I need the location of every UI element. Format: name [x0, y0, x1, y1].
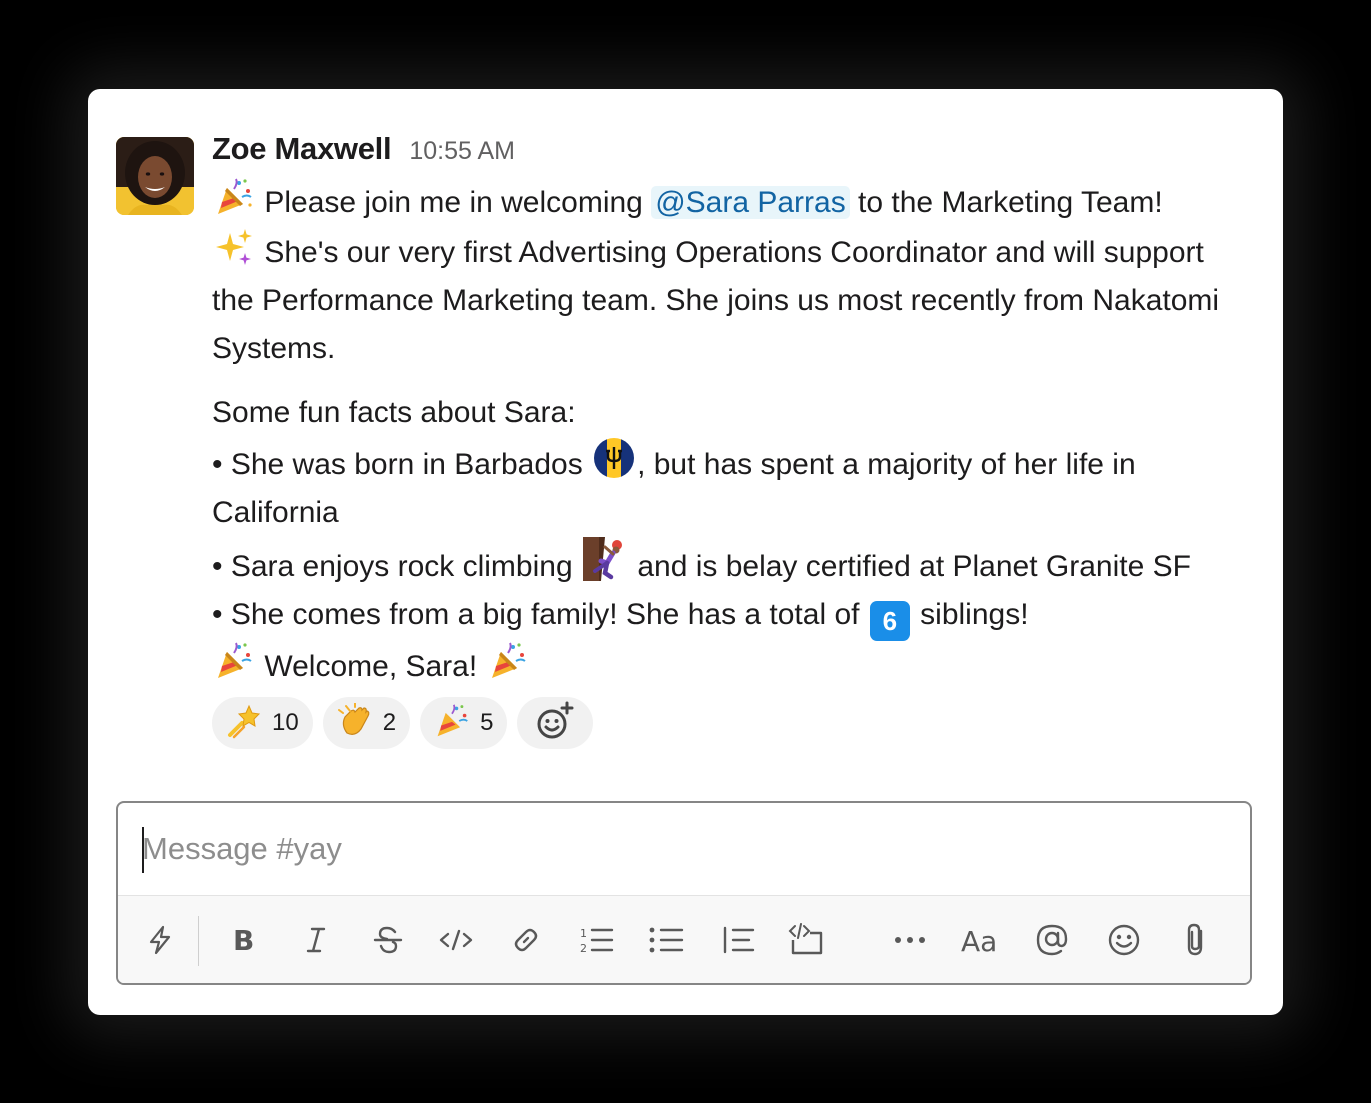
mention-button[interactable]	[1030, 918, 1074, 962]
fact-barbados-start: • She was born in Barbados	[212, 448, 592, 481]
clapping-hands-icon	[337, 701, 373, 744]
message-body: Please join me in welcoming @Sara Parras…	[212, 177, 1222, 691]
more-button[interactable]	[888, 918, 932, 962]
toolbar-divider	[198, 916, 199, 966]
formatting-toolbar: B 12 Aa	[118, 895, 1250, 983]
shortcuts-icon	[145, 925, 175, 955]
fact-climbing-end: and is belay certified at Planet Granite…	[628, 550, 1191, 583]
mention-icon	[1035, 923, 1069, 957]
person-climbing-icon	[582, 537, 627, 581]
reaction-count: 10	[272, 709, 299, 736]
author-name[interactable]: Zoe Maxwell	[212, 131, 392, 167]
bold-icon: B	[230, 925, 258, 955]
message-header: Zoe Maxwell 10:55 AM	[212, 131, 1222, 177]
blockquote-button[interactable]	[716, 918, 760, 962]
ordered-list-icon: 12	[578, 924, 614, 956]
reaction-clapping-hands[interactable]: 2	[322, 697, 411, 749]
message-input[interactable]	[118, 803, 1250, 895]
closing-text: Welcome, Sara!	[256, 650, 486, 683]
formatting-icon: Aa	[960, 924, 1000, 956]
sparkles-icon	[214, 227, 254, 267]
fact-climbing-start: • Sara enjoys rock climbing	[212, 550, 581, 583]
code-block-icon	[788, 923, 824, 957]
blockquote-icon	[721, 924, 755, 956]
party-popper-icon	[214, 177, 254, 217]
party-popper-icon	[214, 641, 254, 681]
shooting-star-icon	[226, 703, 262, 744]
message-line-welcome: Please join me in welcoming @Sara Parras…	[212, 177, 1222, 227]
fact-family-end: siblings!	[911, 598, 1029, 631]
code-button[interactable]	[434, 918, 478, 962]
number-six-icon: 6	[869, 601, 910, 641]
emoji-icon	[1107, 923, 1141, 957]
emoji-button[interactable]	[1102, 918, 1146, 962]
bold-button[interactable]: B	[222, 918, 266, 962]
barbados-flag-icon	[593, 437, 635, 479]
facts-intro: Some fun facts about Sara:	[212, 396, 576, 429]
strikethrough-icon	[372, 925, 404, 955]
fact-climbing: • Sara enjoys rock climbing and is belay…	[212, 537, 1222, 591]
user-mention[interactable]: @Sara Parras	[651, 186, 850, 219]
ordered-list-button[interactable]: 12	[574, 918, 618, 962]
avatar[interactable]	[116, 137, 194, 215]
reaction-shooting-star[interactable]: 10	[212, 697, 313, 749]
bulleted-list-icon	[648, 924, 684, 956]
message-line-role: She's our very first Advertising Operati…	[212, 227, 1222, 373]
add-reaction-button[interactable]	[517, 697, 594, 749]
strikethrough-button[interactable]	[366, 918, 410, 962]
reaction-count: 2	[382, 709, 397, 736]
closing-line: Welcome, Sara!	[212, 641, 1222, 691]
message-composer: B 12	[116, 801, 1252, 985]
timestamp[interactable]: 10:55 AM	[409, 137, 515, 166]
text-cursor	[142, 827, 144, 873]
welcome-text-end: to the Marketing Team!	[849, 186, 1163, 219]
bulleted-list-button[interactable]	[644, 918, 688, 962]
shortcuts-button[interactable]	[138, 918, 182, 962]
fact-family: • She comes from a big family! She has a…	[212, 591, 1222, 641]
attachment-icon	[1183, 922, 1209, 958]
code-block-button[interactable]	[784, 918, 828, 962]
add-reaction-icon	[535, 701, 575, 746]
party-popper-icon	[488, 641, 528, 681]
link-button[interactable]	[504, 918, 548, 962]
fact-barbados: • She was born in Barbados , but has spe…	[212, 437, 1222, 537]
fact-family-start: • She comes from a big family! She has a…	[212, 598, 868, 631]
italic-button[interactable]	[294, 918, 338, 962]
svg-text:B: B	[233, 925, 254, 955]
message-card: Zoe Maxwell 10:55 AM Please join me in w…	[88, 89, 1283, 1015]
formatting-button[interactable]: Aa	[958, 918, 1002, 962]
avatar-photo	[116, 137, 194, 215]
reaction-count: 5	[480, 709, 494, 736]
svg-text:2: 2	[580, 942, 587, 955]
message: Zoe Maxwell 10:55 AM Please join me in w…	[212, 131, 1222, 749]
svg-text:Aa: Aa	[961, 925, 997, 956]
reaction-party-popper[interactable]: 5	[420, 697, 508, 749]
more-icon	[893, 935, 927, 945]
party-popper-icon	[434, 703, 470, 744]
welcome-text-start: Please join me in welcoming	[256, 186, 652, 219]
link-icon	[510, 924, 542, 956]
attachment-button[interactable]	[1174, 918, 1218, 962]
code-icon	[438, 925, 474, 955]
italic-icon	[302, 925, 330, 955]
role-text: She's our very first Advertising Operati…	[212, 236, 1220, 365]
svg-text:1: 1	[580, 927, 587, 940]
reactions-bar: 10 2 5	[212, 697, 1222, 749]
number-six-text: 6	[882, 606, 898, 636]
